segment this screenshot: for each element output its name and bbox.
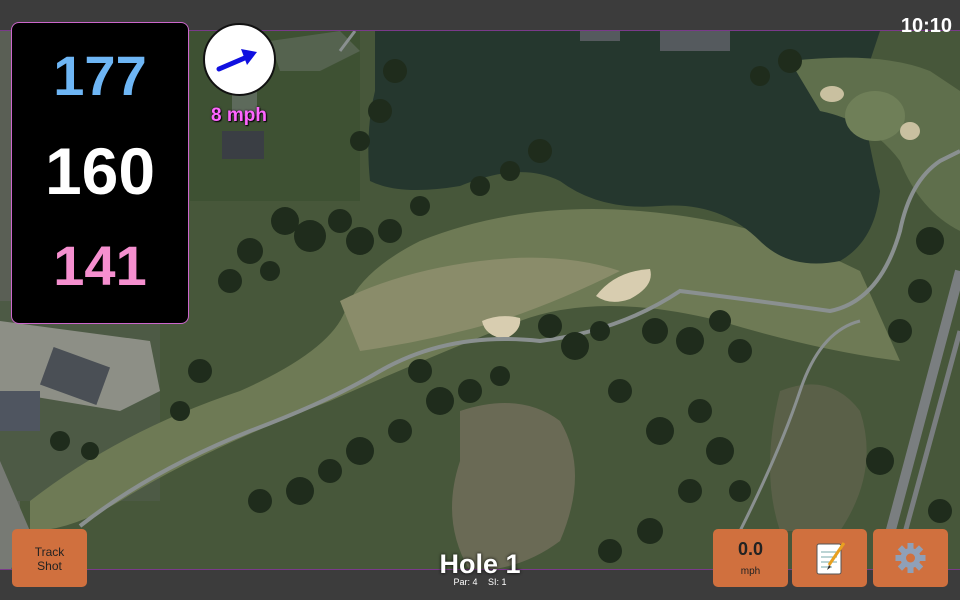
front-yardage: 141 xyxy=(53,234,147,297)
notes-button[interactable] xyxy=(792,529,867,587)
shot-speed-value: 0.0 xyxy=(737,539,764,559)
center-yardage: 160 xyxy=(44,134,156,208)
wind-direction-arrow-icon xyxy=(216,49,257,72)
status-clock: 10:10 xyxy=(900,15,952,37)
hole-par: Par: 4 xyxy=(453,577,478,587)
wind-indicator xyxy=(203,23,276,96)
wind-speed-label: 8 mph xyxy=(211,105,267,126)
hole-stroke-index: SI: 1 xyxy=(488,577,507,587)
notepad-icon xyxy=(816,542,846,575)
hole-info: Par: 4 SI: 1 xyxy=(380,577,580,587)
hole-title: Hole 1 xyxy=(439,549,521,579)
settings-button[interactable] xyxy=(873,529,948,587)
track-shot-label-line1: Track xyxy=(34,545,65,559)
yardage-panel: 177 160 141 xyxy=(11,22,189,324)
shot-speed-unit: mph xyxy=(740,566,761,577)
shot-speed-button[interactable]: 0.0 mph xyxy=(713,529,788,587)
track-shot-button[interactable]: Track Shot xyxy=(12,529,87,587)
gear-icon xyxy=(895,543,926,573)
track-shot-label-line2: Shot xyxy=(37,559,62,573)
back-yardage: 177 xyxy=(53,44,147,107)
